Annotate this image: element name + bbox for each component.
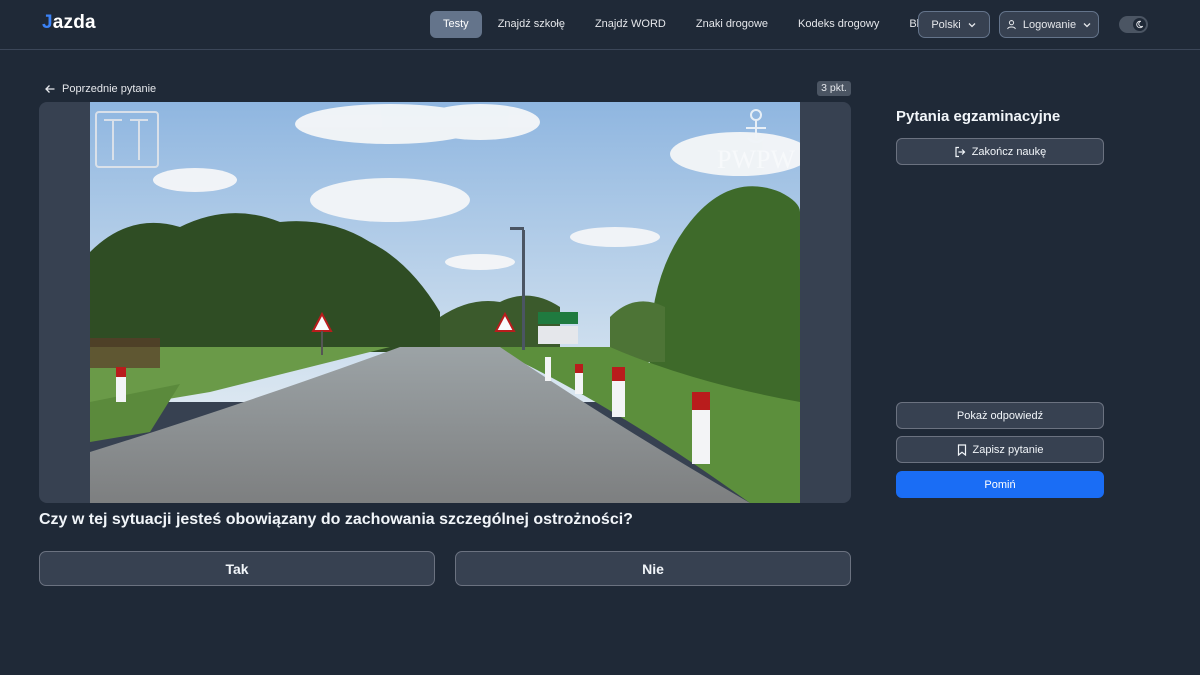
nav-road-signs[interactable]: Znaki drogowe (682, 11, 782, 38)
show-answer-button[interactable]: Pokaż odpowiedź (896, 402, 1104, 429)
svg-text:PWPW: PWPW (717, 145, 795, 174)
finish-learning-button[interactable]: Zakończ naukę (896, 138, 1104, 165)
top-navbar: Jazda Testy Znajdź szkołę Znajdź WORD Zn… (0, 0, 1200, 50)
chevron-down-icon (1082, 20, 1092, 30)
answer-yes-button[interactable]: Tak (39, 551, 435, 586)
logo-mark: J (42, 12, 53, 33)
theme-toggle[interactable] (1119, 16, 1148, 33)
chevron-down-icon (967, 20, 977, 30)
skip-button[interactable]: Pomiń (896, 471, 1104, 498)
main-nav: Testy Znajdź szkołę Znajdź WORD Znaki dr… (430, 11, 947, 38)
points-badge: 3 pkt. (817, 81, 851, 96)
arrow-left-icon (44, 83, 56, 95)
nav-tests[interactable]: Testy (430, 11, 482, 38)
show-answer-label: Pokaż odpowiedź (956, 409, 1044, 422)
logo[interactable]: Jazda (42, 12, 96, 34)
language-label: Polski (931, 18, 961, 31)
previous-question-label: Poprzednie pytanie (62, 83, 157, 95)
finish-learning-label: Zakończ naukę (971, 145, 1047, 158)
previous-question-link[interactable]: Poprzednie pytanie (44, 81, 156, 97)
nav-find-word[interactable]: Znajdź WORD (581, 11, 680, 38)
nav-find-school[interactable]: Znajdź szkołę (484, 11, 579, 38)
logo-text: azda (52, 12, 96, 33)
user-icon (1006, 19, 1017, 30)
login-dropdown[interactable]: Logowanie (999, 11, 1099, 38)
question-media-frame: PWPW (39, 102, 851, 503)
language-select[interactable]: Polski (918, 11, 990, 38)
save-question-label: Zapisz pytanie (972, 443, 1044, 456)
question-photo: PWPW (90, 102, 800, 503)
login-label: Logowanie (1022, 18, 1077, 31)
moon-icon (1133, 18, 1146, 31)
skip-label: Pomiń (984, 478, 1016, 491)
sidebar-title: Pytania egzaminacyjne (896, 108, 1061, 125)
question-text: Czy w tej sytuacji jesteś obowiązany do … (39, 511, 633, 528)
logout-icon (954, 146, 966, 158)
save-question-button[interactable]: Zapisz pytanie (896, 436, 1104, 463)
answer-no-button[interactable]: Nie (455, 551, 851, 586)
nav-traffic-code[interactable]: Kodeks drogowy (784, 11, 893, 38)
bookmark-icon (957, 443, 967, 456)
